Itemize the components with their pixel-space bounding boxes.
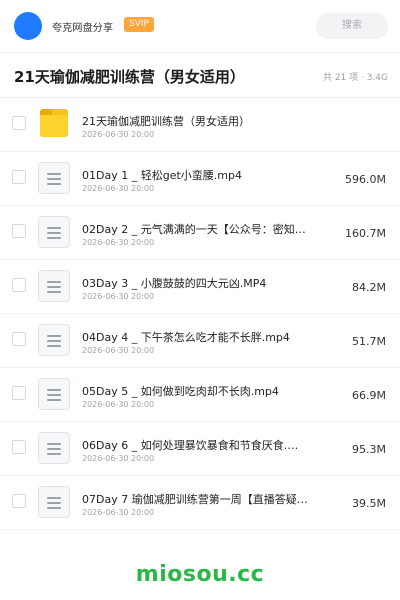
file-row[interactable]: 03Day 3 _ 小腹鼓鼓的四大元凶.MP4 2026-06-30 20:00… xyxy=(0,260,400,314)
file-row[interactable]: 04Day 4 _ 下午茶怎么吃才能不长胖.mp4 2026-06-30 20:… xyxy=(0,314,400,368)
file-name: 03Day 3 _ 小腹鼓鼓的四大元凶.MP4 xyxy=(82,277,267,290)
file-row-folder[interactable]: 21天瑜伽减肥训练营（男女适用） 2026-06-30 20:00 xyxy=(0,98,400,152)
document-icon xyxy=(38,324,70,356)
watermark: miosou.cc xyxy=(135,562,265,587)
checkbox[interactable] xyxy=(12,332,26,346)
file-size: 95.3M xyxy=(352,443,386,456)
file-name: 01Day 1 _ 轻松get小蛮腰.mp4 xyxy=(82,169,242,182)
file-row[interactable]: 01Day 1 _ 轻松get小蛮腰.mp4 2026-06-30 20:00 … xyxy=(0,152,400,206)
file-date: 2026-06-30 20:00 xyxy=(82,238,155,247)
top-bar: 夸克网盘分享 SVIP 搜索 xyxy=(0,0,400,52)
file-date: 2026-06-30 20:00 xyxy=(82,508,155,517)
folder-title-row: 21天瑜伽减肥训练营（男女适用） 共 21 项 · 3.4G xyxy=(0,53,400,97)
checkbox[interactable] xyxy=(12,170,26,184)
file-row[interactable]: 06Day 6 _ 如何处理暴饮暴食和节食厌食.m… 2026-06-30 20… xyxy=(0,422,400,476)
document-icon xyxy=(38,216,70,248)
file-date: 2026-06-30 20:00 xyxy=(82,130,155,139)
file-name: 02Day 2 _ 元气满满的一天【公众号：密知圈… xyxy=(82,223,308,236)
document-icon xyxy=(38,486,70,518)
file-row[interactable]: 05Day 5 _ 如何做到吃肉却不长肉.mp4 2026-06-30 20:0… xyxy=(0,368,400,422)
file-date: 2026-06-30 20:00 xyxy=(82,400,155,409)
file-date: 2026-06-30 20:00 xyxy=(82,454,155,463)
folder-meta: 共 21 项 · 3.4G xyxy=(322,73,388,83)
file-size: 160.7M xyxy=(345,227,386,240)
file-name: 07Day 7 瑜伽减肥训练营第一周【直播答疑】… xyxy=(82,493,308,506)
file-size: 51.7M xyxy=(352,335,386,348)
checkbox[interactable] xyxy=(12,494,26,508)
file-name: 21天瑜伽减肥训练营（男女适用） xyxy=(82,115,250,128)
avatar[interactable] xyxy=(14,12,42,40)
file-size: 39.5M xyxy=(352,497,386,510)
file-size: 66.9M xyxy=(352,389,386,402)
document-icon xyxy=(38,378,70,410)
page-title: 21天瑜伽减肥训练营（男女适用） xyxy=(14,68,245,86)
document-icon xyxy=(38,432,70,464)
svip-badge: SVIP xyxy=(124,17,154,32)
document-icon xyxy=(38,162,70,194)
checkbox[interactable] xyxy=(12,440,26,454)
file-date: 2026-06-30 20:00 xyxy=(82,184,155,193)
file-row[interactable]: 02Day 2 _ 元气满满的一天【公众号：密知圈… 2026-06-30 20… xyxy=(0,206,400,260)
file-name: 05Day 5 _ 如何做到吃肉却不长肉.mp4 xyxy=(82,385,279,398)
file-row[interactable]: 07Day 7 瑜伽减肥训练营第一周【直播答疑】… 2026-06-30 20:… xyxy=(0,476,400,530)
checkbox[interactable] xyxy=(12,224,26,238)
file-size: 596.0M xyxy=(345,173,386,186)
folder-icon xyxy=(38,108,70,140)
checkbox[interactable] xyxy=(12,116,26,130)
checkbox[interactable] xyxy=(12,386,26,400)
file-date: 2026-06-30 20:00 xyxy=(82,346,155,355)
checkbox[interactable] xyxy=(12,278,26,292)
file-name: 04Day 4 _ 下午茶怎么吃才能不长胖.mp4 xyxy=(82,331,290,344)
app-name: 夸克网盘分享 xyxy=(52,23,114,34)
file-name: 06Day 6 _ 如何处理暴饮暴食和节食厌食.m… xyxy=(82,439,308,452)
file-date: 2026-06-30 20:00 xyxy=(82,292,155,301)
document-icon xyxy=(38,270,70,302)
search-button[interactable]: 搜索 xyxy=(316,13,388,39)
file-size: 84.2M xyxy=(352,281,386,294)
file-list: 21天瑜伽减肥训练营（男女适用） 2026-06-30 20:00 01Day … xyxy=(0,98,400,530)
